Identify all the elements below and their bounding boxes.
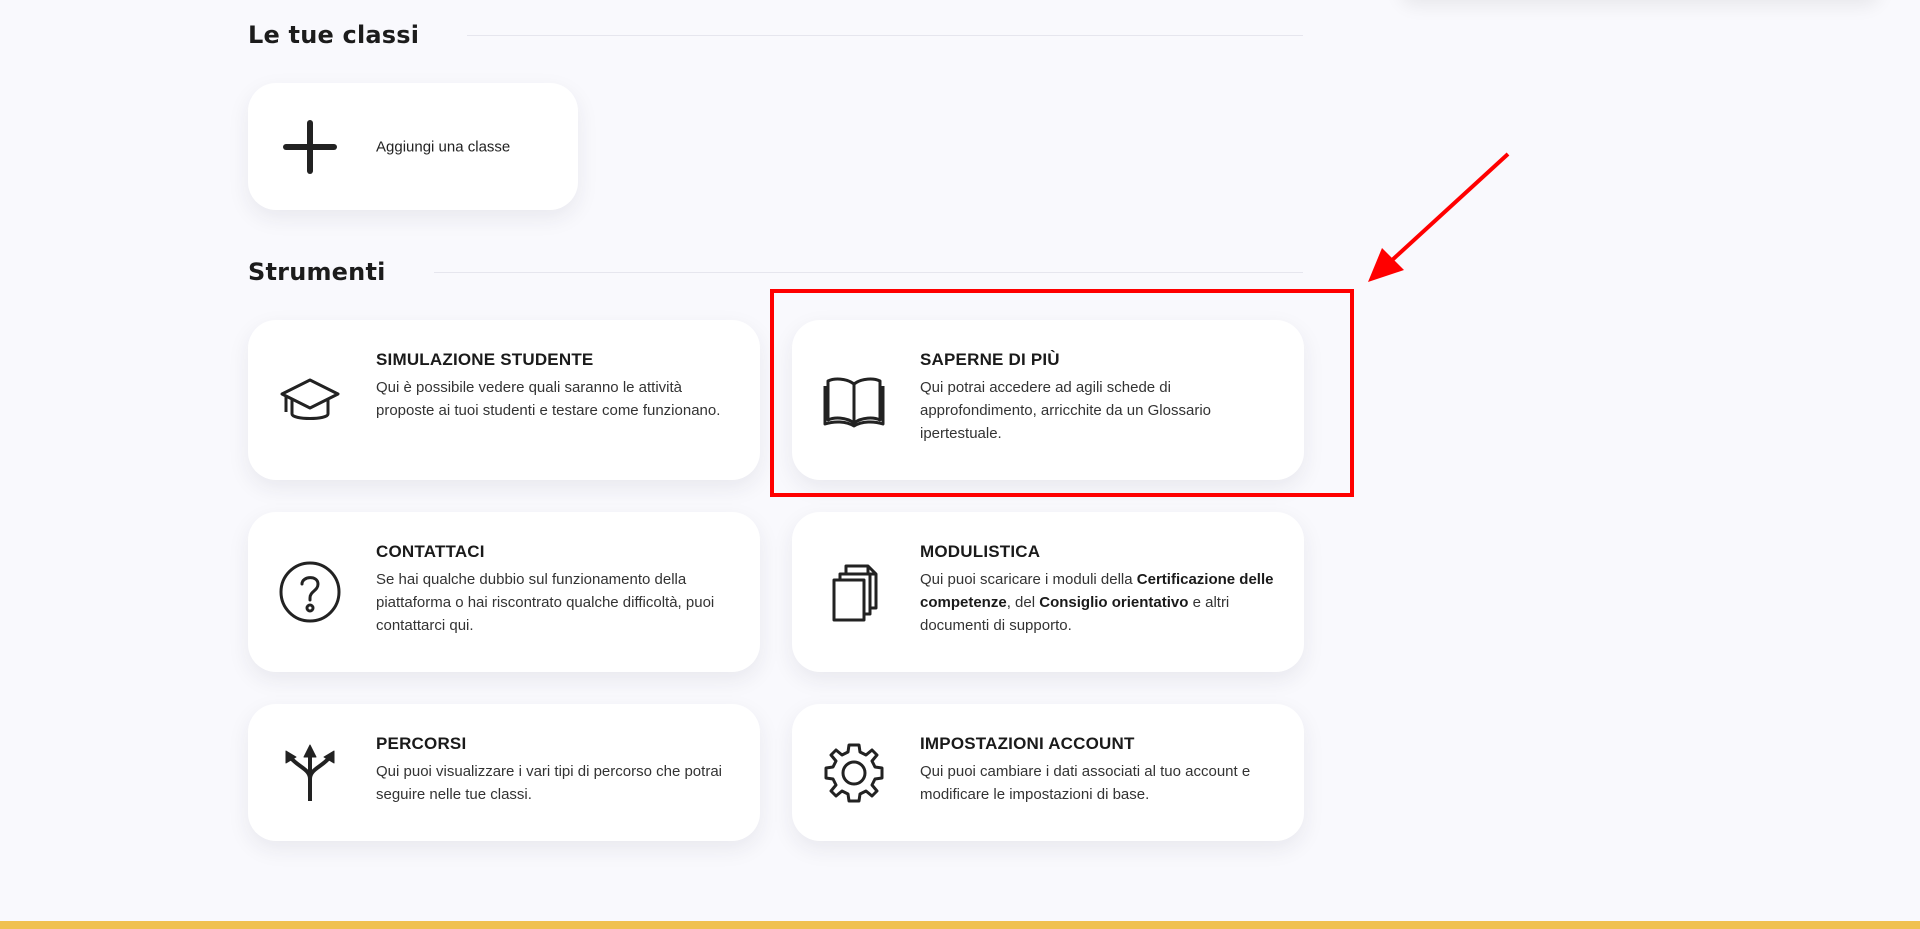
graduation-cap-icon — [278, 368, 342, 432]
add-class-label: Aggiungi una classe — [376, 138, 511, 155]
gear-icon — [822, 741, 886, 805]
tool-description: Qui è possibile vedere quali saranno le … — [376, 379, 721, 419]
tool-title: PERCORSI — [376, 734, 467, 753]
tools-section-header: Strumenti — [248, 252, 1303, 292]
tool-description: Se hai qualche dubbio sul funzionamento … — [376, 571, 715, 634]
section-divider — [433, 271, 1303, 273]
tool-description: Qui puoi cambiare i dati associati al tu… — [920, 763, 1251, 803]
split-arrows-icon — [278, 741, 342, 805]
tool-title: SIMULAZIONE STUDENTE — [376, 350, 594, 369]
tool-description: Qui puoi scaricare i moduli della Certif… — [920, 571, 1274, 634]
tool-card-simulazione-studente[interactable]: SIMULAZIONE STUDENTE Qui è possibile ved… — [248, 320, 760, 480]
tool-title: CONTATTACI — [376, 542, 485, 561]
classes-section-header: Le tue classi — [248, 15, 1303, 55]
section-divider — [467, 34, 1303, 36]
classes-section-title: Le tue classi — [248, 21, 420, 49]
tool-card-contattaci[interactable]: CONTATTACI Se hai qualche dubbio sul fun… — [248, 512, 760, 672]
tool-card-impostazioni-account[interactable]: IMPOSTAZIONI ACCOUNT Qui puoi cambiare i… — [792, 704, 1304, 841]
tools-section-title: Strumenti — [248, 258, 386, 286]
link-consiglio: Consiglio orientativo — [1039, 594, 1189, 611]
tool-title: MODULISTICA — [920, 542, 1041, 561]
tool-title: IMPOSTAZIONI ACCOUNT — [920, 734, 1135, 753]
footer-bar — [0, 921, 1920, 929]
tool-description: Qui puoi visualizzare i vari tipi di per… — [376, 763, 722, 803]
plus-icon — [278, 115, 342, 179]
red-arrow-icon — [1368, 152, 1510, 282]
tool-card-percorsi[interactable]: PERCORSI Qui puoi visualizzare i vari ti… — [248, 704, 760, 841]
add-class-button[interactable]: Aggiungi una classe — [248, 83, 578, 210]
tool-card-modulistica[interactable]: MODULISTICA Qui puoi scaricare i moduli … — [792, 512, 1304, 672]
question-circle-icon — [278, 560, 342, 624]
highlight-box — [770, 289, 1354, 497]
documents-icon — [822, 560, 886, 624]
